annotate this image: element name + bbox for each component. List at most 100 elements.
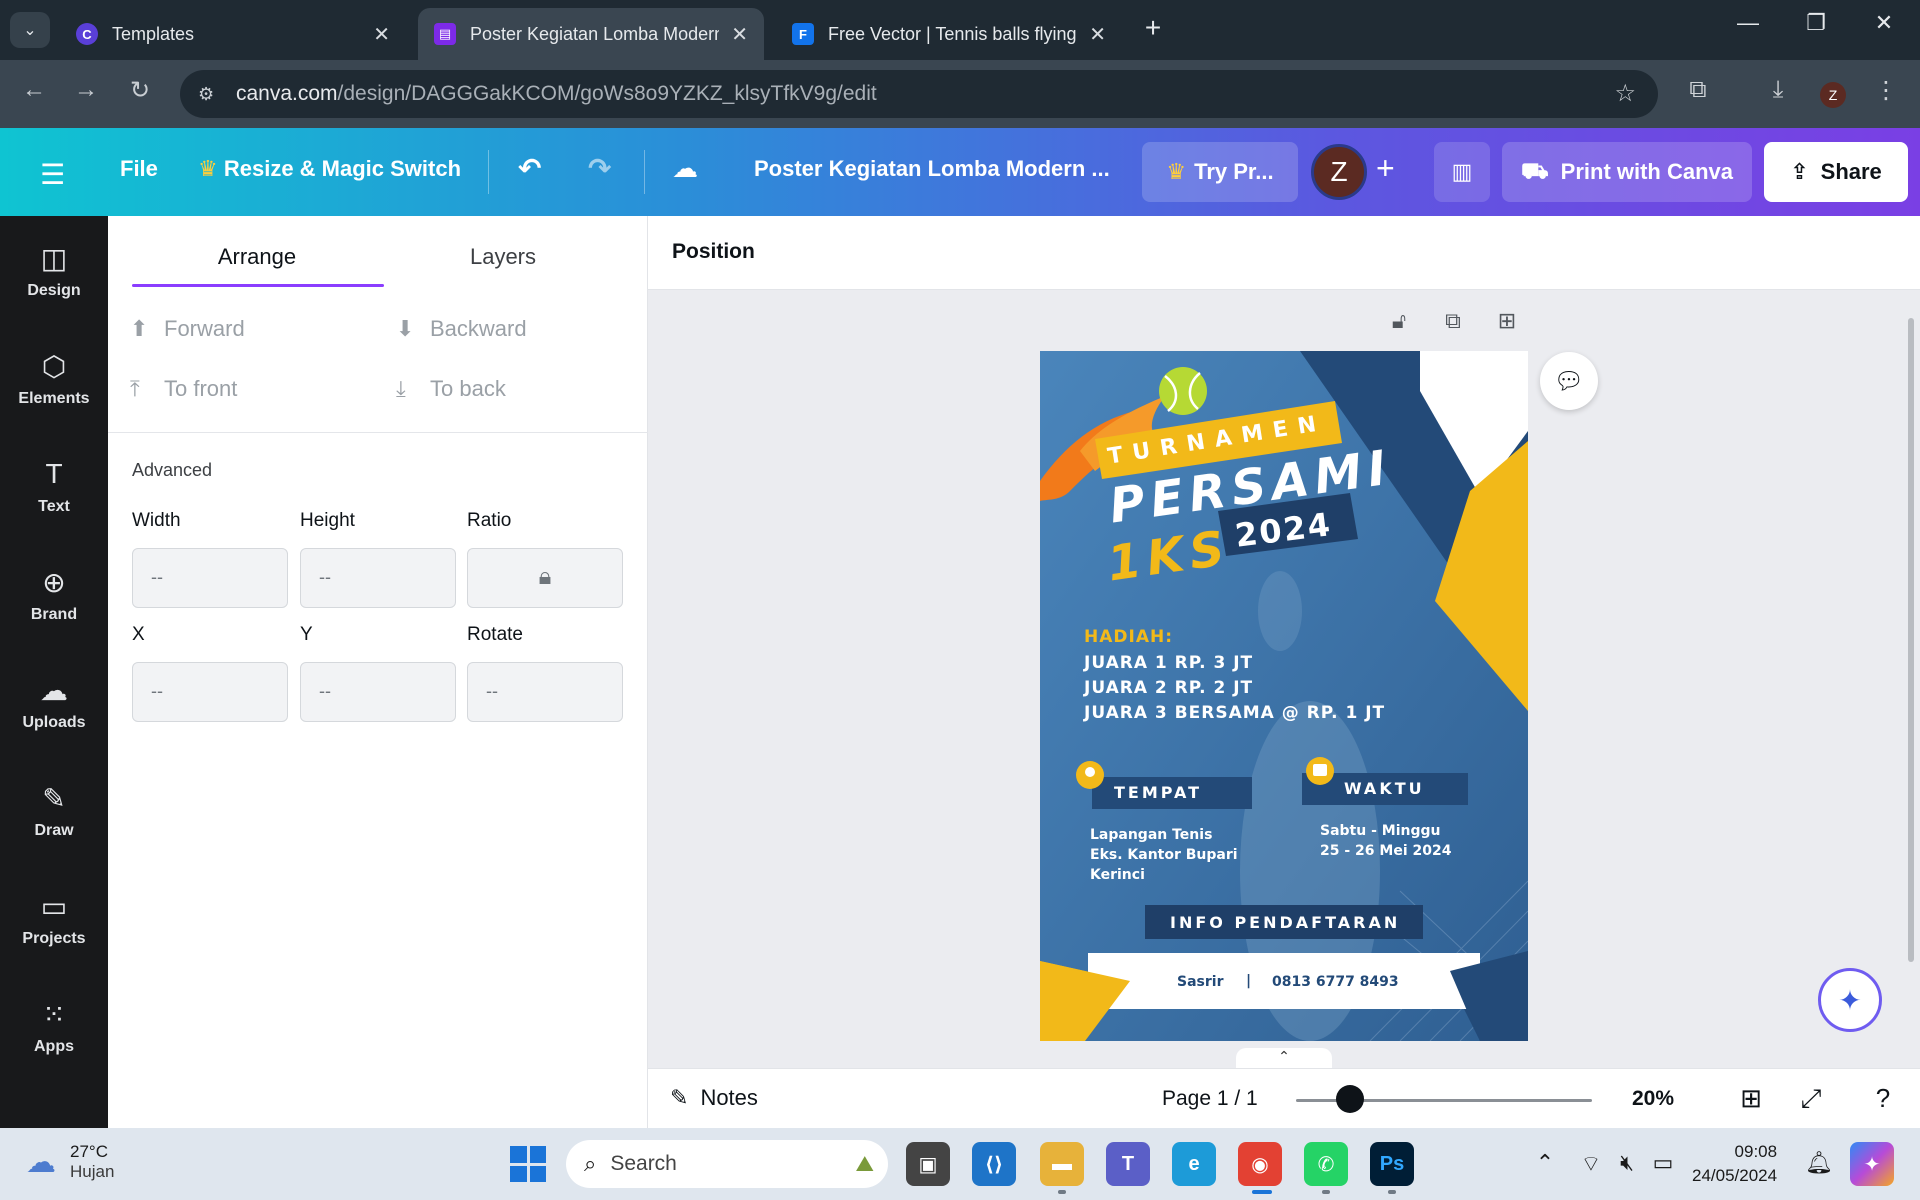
close-tab-icon[interactable]: ✕ — [1089, 22, 1106, 47]
wifi-icon[interactable]: ⌔ — [1576, 1150, 1606, 1178]
redo-icon[interactable]: ↷ — [588, 152, 611, 185]
rail-item-design[interactable]: ◫ Design — [0, 242, 108, 300]
browser-tab-templates[interactable]: C Templates ✕ — [60, 8, 406, 60]
close-tab-icon[interactable]: ✕ — [373, 22, 390, 47]
add-comment-icon[interactable]: 💬︎ — [1540, 352, 1598, 410]
poster-tempat-line[interactable]: Kerinci — [1090, 867, 1145, 883]
vertical-scrollbar[interactable] — [1908, 318, 1914, 962]
design-title[interactable]: Poster Kegiatan Lomba Modern ... — [754, 156, 1110, 182]
taskbar-clock[interactable]: 09:08 24/05/2024 — [1692, 1140, 1777, 1188]
poster-canvas[interactable]: TURNAMEN PERSAMI 1KS 2024 HADIAH: JUARA … — [1040, 351, 1528, 1041]
poster-hadiah-label[interactable]: HADIAH: — [1084, 627, 1173, 647]
site-info-icon[interactable]: ⚙ — [198, 84, 228, 105]
grid-view-icon[interactable]: ⊞ — [1734, 1083, 1768, 1114]
ratio-lock-button[interactable]: 🔒︎ — [467, 548, 623, 608]
poster-contact-phone[interactable]: 0813 6777 8493 — [1272, 974, 1399, 990]
browser-tab-freepik[interactable]: F Free Vector | Tennis balls flying ✕ — [776, 8, 1122, 60]
fullscreen-icon[interactable]: ⤢ — [1794, 1083, 1828, 1115]
rotate-field[interactable]: -- — [467, 662, 623, 722]
weather-widget[interactable]: ☁ 27°C Hujan — [26, 1142, 114, 1182]
bookmark-star-icon[interactable]: ☆ — [1614, 79, 1636, 108]
print-with-canva-button[interactable]: ⛟ Print with Canva — [1502, 142, 1752, 202]
page-indicator[interactable]: Page 1 / 1 — [1162, 1087, 1258, 1111]
add-collaborator-icon[interactable]: + — [1376, 150, 1395, 187]
poster-waktu-line[interactable]: 25 - 26 Mei 2024 — [1320, 843, 1451, 859]
rail-item-draw[interactable]: ✎ Draw — [0, 782, 108, 840]
new-tab-button[interactable]: + — [1138, 12, 1168, 44]
windows-start-icon[interactable] — [510, 1146, 546, 1182]
zoom-slider-handle[interactable] — [1336, 1085, 1364, 1113]
y-field[interactable]: -- — [300, 662, 456, 722]
height-field[interactable]: -- — [300, 548, 456, 608]
whatsapp-icon[interactable]: ✆ — [1304, 1142, 1348, 1186]
extensions-icon[interactable]: ⧉ — [1680, 76, 1716, 104]
photoshop-icon[interactable]: Ps — [1370, 1142, 1414, 1186]
poster-prize-3[interactable]: JUARA 3 BERSAMA @ RP. 1 JT — [1084, 703, 1385, 723]
hamburger-menu-icon[interactable]: ☰ — [40, 158, 65, 191]
vscode-icon[interactable]: ⟨⟩ — [972, 1142, 1016, 1186]
rail-item-apps[interactable]: ⁙ Apps — [0, 998, 108, 1056]
copilot-icon[interactable]: ✦ — [1850, 1142, 1894, 1186]
chrome-icon[interactable]: ◉ — [1238, 1142, 1282, 1186]
back-icon[interactable]: ← — [16, 76, 52, 104]
file-explorer-icon[interactable]: ▬ — [1040, 1142, 1084, 1186]
browser-tab-poster[interactable]: ▤ Poster Kegiatan Lomba Modern ✕ — [418, 8, 764, 60]
minimize-icon[interactable]: — — [1728, 10, 1768, 36]
browser-menu-icon[interactable]: ⋮ — [1868, 76, 1904, 105]
tray-chevron-icon[interactable]: ⌃ — [1530, 1150, 1560, 1176]
tab-arrange[interactable]: Arrange — [132, 244, 382, 270]
poster-waktu-line[interactable]: Sabtu - Minggu — [1320, 823, 1440, 839]
forward-icon[interactable]: → — [68, 76, 104, 104]
teams-icon[interactable]: T — [1106, 1142, 1150, 1186]
position-button[interactable]: Position — [672, 240, 755, 264]
file-menu-button[interactable]: File — [120, 156, 158, 182]
duplicate-page-icon[interactable]: ⧉ — [1436, 308, 1470, 334]
battery-icon[interactable]: ▭ — [1648, 1150, 1678, 1176]
notes-button[interactable]: ✎ Notes — [670, 1085, 758, 1111]
to-back-button[interactable]: ⤓ To back — [396, 376, 506, 402]
poster-waktu-label[interactable]: WAKTU — [1344, 779, 1425, 798]
cloud-saved-icon[interactable]: ☁ — [672, 153, 698, 184]
rail-item-text[interactable]: T Text — [0, 458, 108, 516]
taskbar-search[interactable]: ⌕ Search ⛰ — [566, 1140, 888, 1188]
share-button[interactable]: ⇪ Share — [1764, 142, 1908, 202]
to-front-button[interactable]: ⤒ To front — [130, 376, 237, 402]
close-window-icon[interactable]: ✕ — [1864, 10, 1904, 36]
user-avatar[interactable]: Z — [1311, 144, 1367, 200]
poster-tempat-line[interactable]: Eks. Kantor Bupari — [1090, 847, 1238, 863]
poster-prize-2[interactable]: JUARA 2 RP. 2 JT — [1084, 678, 1253, 698]
poster-tempat-line[interactable]: Lapangan Tenis — [1090, 827, 1212, 843]
profile-avatar[interactable]: Z — [1820, 82, 1846, 108]
reload-icon[interactable]: ↻ — [122, 76, 158, 105]
notification-bell-icon[interactable]: 🔔︎ — [1804, 1150, 1834, 1176]
zoom-value[interactable]: 20% — [1632, 1087, 1674, 1111]
rail-item-uploads[interactable]: ☁ Uploads — [0, 674, 108, 732]
edge-icon[interactable]: e — [1172, 1142, 1216, 1186]
resize-magic-switch-button[interactable]: ♛ Resize & Magic Switch — [198, 156, 461, 182]
tab-layers[interactable]: Layers — [378, 244, 628, 270]
close-tab-icon[interactable]: ✕ — [731, 22, 748, 47]
magic-assistant-icon[interactable]: ✦ — [1818, 968, 1882, 1032]
forward-button[interactable]: ⬆ Forward — [130, 316, 245, 342]
rail-item-projects[interactable]: ▭ Projects — [0, 890, 108, 948]
backward-button[interactable]: ⬇ Backward — [396, 316, 527, 342]
rail-item-brand[interactable]: ⊕ Brand — [0, 566, 108, 624]
poster-info-pendaftaran[interactable]: INFO PENDAFTARAN — [1170, 913, 1400, 932]
rail-item-elements[interactable]: ⬡ Elements — [0, 350, 108, 408]
poster-contact-name[interactable]: Sasrir — [1177, 974, 1223, 990]
task-view-icon[interactable]: ▣ — [906, 1142, 950, 1186]
url-input[interactable]: ⚙ canva.com/design/DAGGGakKCOM/goWs8o9YZ… — [180, 70, 1658, 118]
show-pages-chevron-icon[interactable]: ⌃ — [1236, 1048, 1332, 1070]
insights-chart-icon[interactable]: ▥ — [1434, 142, 1490, 202]
poster-tempat-label[interactable]: TEMPAT — [1114, 783, 1202, 802]
poster-prize-1[interactable]: JUARA 1 RP. 3 JT — [1084, 653, 1253, 673]
volume-muted-icon[interactable]: 🔇︎ — [1612, 1150, 1642, 1176]
try-pro-button[interactable]: ♛ Try Pr... — [1142, 142, 1298, 202]
x-field[interactable]: -- — [132, 662, 288, 722]
help-icon[interactable]: ? — [1866, 1083, 1900, 1114]
add-page-icon[interactable]: ⊞ — [1490, 308, 1524, 334]
width-field[interactable]: -- — [132, 548, 288, 608]
tab-search-button[interactable]: ⌄ — [10, 12, 50, 48]
download-icon[interactable]: ⤓ — [1760, 76, 1796, 104]
undo-icon[interactable]: ↶ — [518, 152, 541, 185]
